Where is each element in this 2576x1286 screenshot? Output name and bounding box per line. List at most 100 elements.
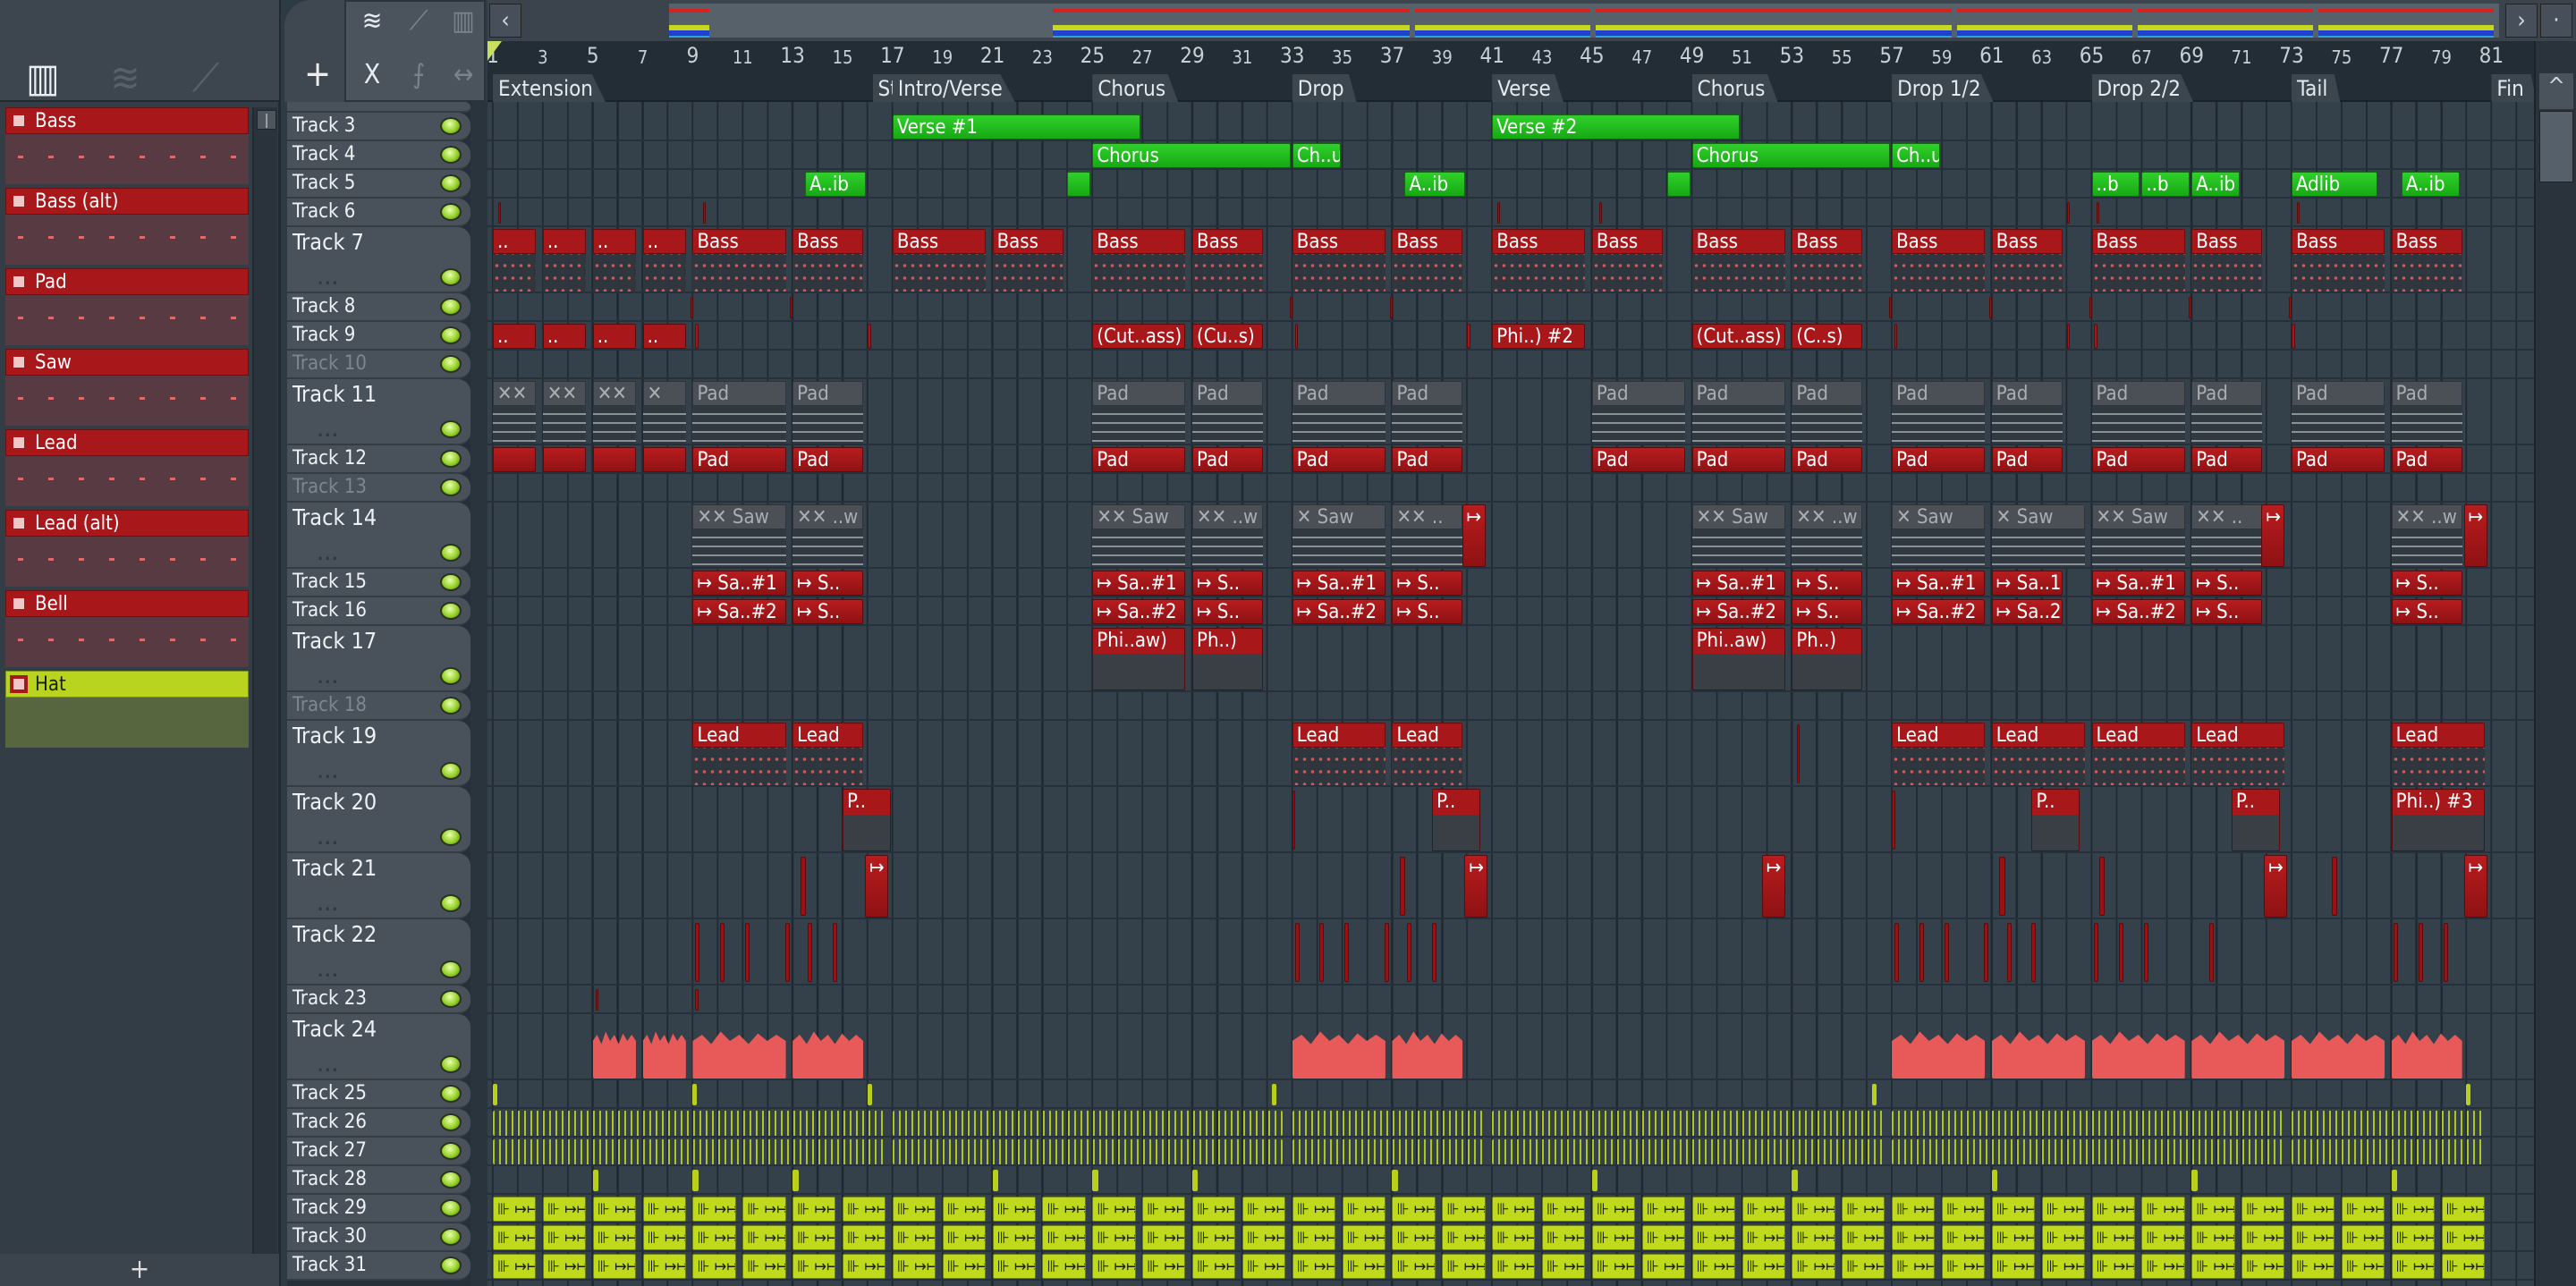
track-menu-dots[interactable]: ... bbox=[318, 962, 339, 981]
track-row[interactable] bbox=[487, 351, 2534, 379]
clip-yellow[interactable]: ⊪ ↦↦ bbox=[1142, 1225, 1186, 1250]
clip-pattern-red[interactable]: Bass bbox=[1192, 229, 1264, 292]
clip-dense[interactable] bbox=[2291, 1111, 2485, 1136]
clip-yellow[interactable]: ⊪ ↦↦ bbox=[542, 1254, 587, 1279]
clip-auto-red[interactable]: .. bbox=[592, 324, 636, 349]
track-header[interactable]: Track 10 bbox=[287, 351, 470, 379]
clip-audio-red[interactable]: ↦ S.. bbox=[1792, 571, 1863, 596]
track-row[interactable]: ↦ ↦ ↦ ↦ ↦ bbox=[487, 853, 2534, 919]
track-name[interactable]: Track 30 bbox=[292, 1225, 367, 1248]
track-header[interactable]: Track 24... bbox=[287, 1014, 470, 1080]
track-row[interactable]: Phi..aw) Ph..) Phi..aw) Ph..) bbox=[487, 626, 2534, 692]
channel-item[interactable]: Lead (alt) bbox=[5, 510, 249, 587]
clip-thin-y[interactable] bbox=[1192, 1170, 1199, 1191]
clip-pattern-gray[interactable]: ✕✕ Saw bbox=[692, 504, 786, 567]
clip-yellow[interactable]: ⊪ ↦↦ bbox=[642, 1254, 686, 1279]
track-name[interactable]: Track 7 bbox=[292, 229, 364, 255]
clip-yellow[interactable]: ⊪ ↦↦ bbox=[1792, 1254, 1835, 1279]
track-header[interactable]: Track 9 bbox=[287, 322, 470, 351]
track-enable-led[interactable] bbox=[440, 203, 462, 221]
clip-thin[interactable] bbox=[1989, 297, 1992, 318]
clip-audio-red[interactable]: ↦ S.. bbox=[1792, 599, 1863, 624]
clip-yellow[interactable]: ⊪ ↦↦ bbox=[1741, 1225, 1785, 1250]
track-header[interactable]: Track 21... bbox=[287, 853, 470, 919]
clip-dense[interactable] bbox=[1292, 1139, 1486, 1164]
clip-pattern-red[interactable]: Lead bbox=[1392, 723, 1463, 785]
clip-thin[interactable] bbox=[1796, 724, 1800, 783]
track-row[interactable] bbox=[487, 199, 2534, 227]
clip-thin[interactable] bbox=[832, 923, 837, 982]
clip-yellow[interactable]: ⊪ ↦↦ bbox=[2291, 1254, 2335, 1279]
clip-pattern-red[interactable]: .. bbox=[642, 229, 686, 292]
clip-red-wave[interactable] bbox=[1892, 1031, 1986, 1079]
clip-yellow[interactable]: ⊪ ↦↦ bbox=[1142, 1254, 1186, 1279]
clip-yellow[interactable]: ⊪ ↦↦ bbox=[1292, 1225, 1336, 1250]
clip-pattern-red[interactable]: Bass bbox=[2291, 229, 2385, 292]
clip-yellow[interactable]: ⊪ ↦↦ bbox=[1492, 1254, 1536, 1279]
clip-auto-red[interactable] bbox=[695, 324, 699, 349]
track-menu-dots[interactable]: ... bbox=[318, 830, 339, 849]
clip-yellow[interactable]: ⊪ ↦↦ bbox=[592, 1225, 636, 1250]
clip-audio-red[interactable]: ↦ bbox=[1761, 855, 1785, 918]
clip-audio-red[interactable]: ↦ Sa..#2 bbox=[1092, 599, 1186, 624]
track-header[interactable] bbox=[287, 102, 470, 113]
clip-pattern-gray[interactable]: Pad bbox=[1991, 381, 2063, 444]
track-enable-led[interactable] bbox=[440, 268, 462, 286]
clip-yellow[interactable]: ⊪ ↦↦ bbox=[1492, 1197, 1536, 1222]
clip-yellow[interactable]: ⊪ ↦↦ bbox=[1542, 1225, 1586, 1250]
clip-thin-y[interactable] bbox=[1092, 1170, 1098, 1191]
track-enable-led[interactable] bbox=[440, 1113, 462, 1131]
clip-yellow[interactable]: ⊪ ↦↦ bbox=[1741, 1197, 1785, 1222]
track-name[interactable]: Track 24 bbox=[292, 1016, 377, 1042]
track-name[interactable]: Track 13 bbox=[292, 476, 367, 498]
track-row[interactable]: ✕✕ ✕✕ ✕✕ ✕ Pad Pad Pad Pad Pad Pad Pad Pad Pad Pad Pad… bbox=[487, 379, 2534, 445]
clip-audio-green[interactable]: Verse #2 bbox=[1492, 114, 1741, 140]
clip-yellow[interactable]: ⊪ ↦↦ bbox=[1591, 1225, 1636, 1250]
clip-audio-red[interactable]: ↦ S.. bbox=[2191, 599, 2263, 624]
clip-audio-red[interactable]: Pad bbox=[1392, 447, 1463, 472]
track-name[interactable]: Track 9 bbox=[292, 324, 355, 346]
track-enable-led[interactable] bbox=[440, 174, 462, 192]
clip-yellow[interactable]: ⊪ ↦↦ bbox=[1991, 1225, 2036, 1250]
clip-thin-y[interactable] bbox=[992, 1170, 998, 1191]
channel-item[interactable]: Pad bbox=[5, 268, 249, 345]
clip-audio-red[interactable]: Pad bbox=[1892, 447, 1986, 472]
track-row[interactable] bbox=[487, 1014, 2534, 1080]
clip-dense[interactable] bbox=[493, 1111, 886, 1136]
clip-yellow[interactable]: ⊪ ↦↦ bbox=[1792, 1197, 1835, 1222]
clip-audio-red[interactable]: ↦ Sa..#1 bbox=[2091, 571, 2185, 596]
clip-pattern-gray[interactable]: ✕✕ ..w bbox=[1192, 504, 1264, 567]
clip-yellow[interactable]: ⊪ ↦↦ bbox=[2341, 1225, 2385, 1250]
clip-yellow[interactable]: ⊪ ↦↦ bbox=[2341, 1254, 2385, 1279]
clip-auto-red[interactable]: .. bbox=[542, 324, 587, 349]
clip-yellow[interactable]: ⊪ ↦↦ bbox=[493, 1225, 537, 1250]
clip-pattern-gray[interactable]: Pad bbox=[1092, 381, 1186, 444]
track-header[interactable]: Track 3 bbox=[287, 113, 470, 141]
clip-pattern-gray[interactable]: Pad bbox=[1292, 381, 1385, 444]
clip-pattern-gray[interactable]: Pad bbox=[792, 381, 864, 444]
clip-thin[interactable] bbox=[2144, 923, 2149, 982]
track-enable-led[interactable] bbox=[440, 602, 462, 620]
track-menu-dots[interactable]: ... bbox=[318, 896, 339, 915]
clip-thin-y[interactable] bbox=[867, 1084, 872, 1105]
track-enable-led[interactable] bbox=[440, 1256, 462, 1274]
track-row[interactable] bbox=[487, 293, 2534, 322]
clip-audio-red[interactable]: ↦ bbox=[1462, 504, 1486, 567]
clip-yellow[interactable]: ⊪ ↦↦ bbox=[742, 1197, 786, 1222]
clip-thin-y[interactable] bbox=[1591, 1170, 1598, 1191]
clip-yellow[interactable]: ⊪ ↦↦ bbox=[2441, 1197, 2485, 1222]
marker[interactable]: Chorus bbox=[1092, 74, 1179, 102]
channel-item[interactable]: Bell bbox=[5, 590, 249, 667]
clip-audio-red[interactable]: ↦ S.. bbox=[2191, 571, 2263, 596]
channel-header[interactable]: Bass bbox=[5, 107, 249, 134]
clip-yellow[interactable]: ⊪ ↦↦ bbox=[1542, 1197, 1586, 1222]
clip-audio-green[interactable]: A..ib bbox=[2401, 172, 2460, 197]
clip-thin-y[interactable] bbox=[1991, 1170, 1998, 1191]
track-enable-led[interactable] bbox=[440, 960, 462, 978]
clip-thin[interactable] bbox=[2331, 857, 2338, 916]
clip-thin[interactable] bbox=[1496, 202, 1500, 224]
clip-pattern-red[interactable]: Bass bbox=[1991, 229, 2063, 292]
clip-thin[interactable] bbox=[1919, 923, 1924, 982]
marker[interactable]: Fin bbox=[2491, 74, 2537, 102]
track-name[interactable]: Track 18 bbox=[292, 694, 367, 716]
